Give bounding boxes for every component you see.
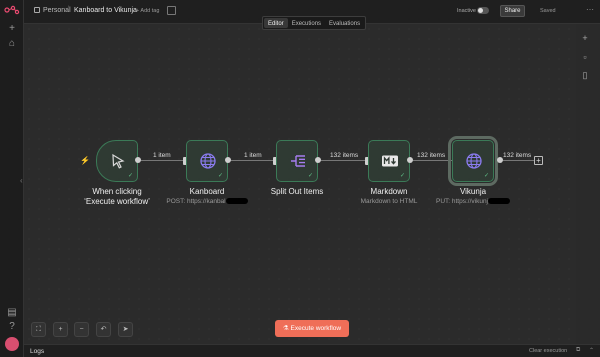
zoom-out-icon[interactable]: − — [74, 322, 89, 337]
home-icon[interactable]: ⌂ — [5, 37, 19, 51]
success-check-icon: ✓ — [399, 173, 405, 179]
markdown-icon — [382, 155, 398, 167]
share-button[interactable]: Share — [500, 5, 525, 17]
split-out-icon — [291, 155, 305, 167]
connection-count: 132 items — [330, 152, 359, 159]
active-toggle[interactable] — [477, 7, 489, 14]
user-avatar[interactable] — [5, 337, 19, 351]
connection-wire[interactable] — [503, 160, 534, 161]
node-vikunja[interactable]: ✓ — [448, 136, 498, 186]
success-check-icon: ✓ — [307, 173, 313, 179]
connection-count: 1 item — [153, 152, 171, 159]
active-status-label: Inactive — [457, 8, 476, 14]
collapse-sidebar-icon[interactable]: ‹ — [20, 176, 23, 185]
chevron-up-icon[interactable]: ⌃ — [589, 347, 594, 354]
trigger-bolt-icon: ⚡ — [80, 156, 90, 165]
n8n-logo[interactable] — [4, 5, 20, 15]
globe-icon — [466, 153, 482, 169]
node-split-out[interactable]: ✓ — [276, 140, 318, 182]
help-icon[interactable]: ? — [5, 320, 19, 334]
node-trigger[interactable]: ✓ — [96, 140, 138, 182]
node-kanboard[interactable]: ✓ — [186, 140, 228, 182]
project-icon — [34, 7, 40, 13]
add-next-node-icon[interactable]: + — [534, 156, 543, 165]
connection-wire[interactable] — [141, 160, 185, 161]
redacted-mark — [225, 198, 248, 204]
connection-count: 132 items — [417, 152, 446, 159]
sticky-note-icon[interactable]: ▫ — [580, 52, 590, 62]
project-breadcrumb[interactable]: Personal — [34, 7, 71, 14]
success-check-icon: ✓ — [483, 173, 489, 179]
node-subtitle-kanboard: POST: https://kanbal — [152, 198, 262, 205]
output-port[interactable] — [225, 157, 231, 163]
success-check-icon: ✓ — [217, 173, 223, 179]
node-markdown[interactable]: ✓ — [368, 140, 410, 182]
add-tag-button[interactable]: + Add tag — [136, 8, 159, 14]
tab-evaluations[interactable]: Evaluations — [325, 18, 364, 28]
panel-icon[interactable]: ▯ — [580, 70, 590, 80]
tab-editor[interactable]: Editor — [264, 18, 288, 28]
saved-status: Saved — [540, 8, 556, 14]
connection-wire[interactable] — [321, 160, 367, 161]
clear-execution-button[interactable]: Clear execution — [529, 348, 567, 354]
globe-icon — [200, 153, 216, 169]
workflow-canvas[interactable] — [24, 24, 576, 344]
logs-panel-bar[interactable]: Logs Clear execution ⧉ ⌃ — [24, 344, 600, 357]
templates-icon[interactable]: ▤ — [5, 306, 19, 320]
execute-workflow-button[interactable]: ⚗ Execute workflow — [275, 320, 349, 337]
breadcrumb-separator: / — [67, 6, 69, 13]
logs-label: Logs — [30, 348, 45, 355]
select-pointer-icon[interactable]: ➤ — [118, 322, 133, 337]
archive-icon[interactable] — [167, 6, 176, 15]
output-port[interactable] — [315, 157, 321, 163]
cursor-icon — [112, 153, 125, 169]
undo-icon[interactable]: ↶ — [96, 322, 111, 337]
more-options-icon[interactable]: ⋯ — [586, 5, 594, 14]
workflow-name[interactable]: Kanboard to Vikunja — [74, 7, 137, 14]
node-subtitle-vikunja: PUT: https://vikunj — [418, 198, 528, 205]
output-port[interactable] — [407, 157, 413, 163]
add-icon[interactable]: + — [5, 22, 19, 36]
success-check-icon: ✓ — [127, 173, 133, 179]
redacted-mark — [488, 198, 511, 204]
output-port[interactable] — [135, 157, 141, 163]
node-title-vikunja: Vikunja — [459, 187, 487, 196]
connection-wire[interactable] — [231, 160, 275, 161]
connection-count: 132 items — [503, 152, 532, 159]
pop-out-icon[interactable]: ⧉ — [576, 347, 580, 354]
flask-icon: ⚗ — [282, 325, 291, 332]
fit-view-icon[interactable]: ⛶ — [31, 322, 46, 337]
add-node-icon[interactable]: + — [580, 33, 590, 43]
output-port[interactable] — [497, 157, 503, 163]
zoom-in-icon[interactable]: + — [53, 322, 68, 337]
tab-executions[interactable]: Executions — [288, 18, 325, 28]
view-tabs: Editor Executions Evaluations — [262, 16, 367, 30]
connection-count: 1 item — [244, 152, 262, 159]
